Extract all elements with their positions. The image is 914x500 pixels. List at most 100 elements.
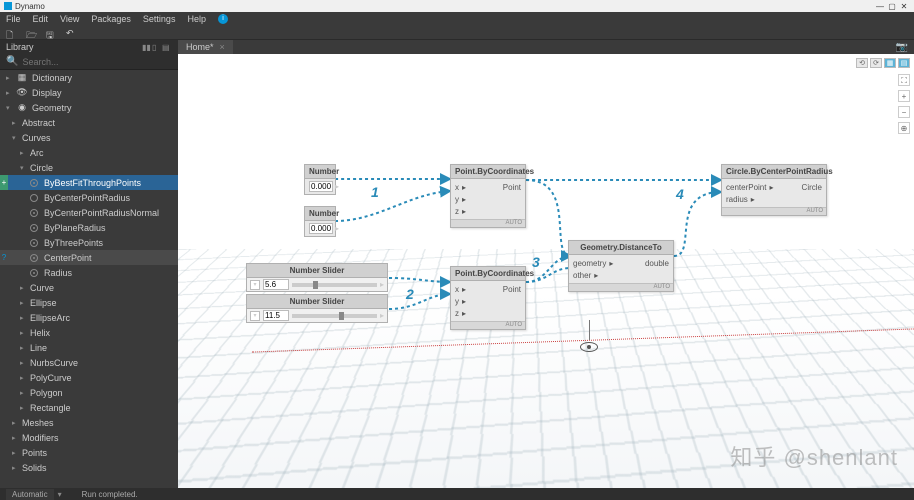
menu-view[interactable]: View — [60, 14, 79, 24]
output-port-icon[interactable]: ▸ — [380, 311, 384, 320]
maximize-button[interactable]: ▢ — [886, 2, 898, 11]
input-port-x[interactable]: x — [455, 285, 459, 294]
tree-display[interactable]: ▸👁Display — [0, 85, 178, 100]
canvas[interactable]: ⟲ ⟳ ▦ ▤ ⛶ + − ⊕ — [178, 54, 914, 488]
workspace[interactable]: Home* × 📷 ⟲ ⟳ ▦ ▤ ⛶ + − ⊕ — [178, 40, 914, 488]
input-port-y[interactable]: y — [455, 297, 459, 306]
tree-helix[interactable]: ▸Helix — [0, 325, 178, 340]
node-number-slider-1[interactable]: Number Slider ▾ ▸ — [246, 263, 388, 292]
tree-bythreepoints[interactable]: ByThreePoints — [0, 235, 178, 250]
node-circle-bycenterpointradius[interactable]: Circle.ByCenterPointRadius centerPoint▸ … — [721, 164, 827, 216]
new-file-icon[interactable]: 🗋 — [6, 28, 16, 38]
zoom-out-icon[interactable]: − — [898, 106, 910, 118]
menu-settings[interactable]: Settings — [143, 14, 176, 24]
view-graph-icon[interactable]: ▤ — [898, 58, 910, 68]
output-port-icon[interactable]: ▸ — [335, 182, 339, 191]
tree-centerpoint[interactable]: ?CenterPoint — [0, 250, 178, 265]
fit-view-icon[interactable]: ⛶ — [898, 74, 910, 86]
library-tree[interactable]: ▸▦Dictionary ▸👁Display ▾◉Geometry ▸Abstr… — [0, 70, 178, 488]
input-port-y[interactable]: y — [455, 195, 459, 204]
view-3d-icon[interactable]: ▦ — [884, 58, 896, 68]
output-port[interactable]: Point — [503, 183, 521, 192]
undo-icon[interactable]: ↶ — [66, 28, 76, 38]
tree-arc[interactable]: ▸Arc — [0, 145, 178, 160]
tree-modifiers[interactable]: ▸Modifiers — [0, 430, 178, 445]
input-port-geometry[interactable]: geometry — [573, 259, 606, 268]
tree-geometry[interactable]: ▾◉Geometry — [0, 100, 178, 115]
run-mode-dropdown-icon[interactable]: ▾ — [58, 490, 62, 499]
tree-points[interactable]: ▸Points — [0, 445, 178, 460]
slider-value-input[interactable] — [263, 310, 289, 321]
menu-file[interactable]: File — [6, 14, 21, 24]
menu-packages[interactable]: Packages — [91, 14, 131, 24]
zoom-reset-icon[interactable]: ⊕ — [898, 122, 910, 134]
tree-line[interactable]: ▸Line — [0, 340, 178, 355]
output-port[interactable]: double — [645, 259, 669, 268]
view-sync-icon[interactable]: ⟳ — [870, 58, 882, 68]
open-file-icon[interactable]: 🗁 — [26, 28, 36, 38]
tree-bycenterradius[interactable]: ByCenterPointRadius — [0, 190, 178, 205]
slider-track[interactable] — [292, 283, 377, 287]
tree-curve[interactable]: ▸Curve — [0, 280, 178, 295]
tree-circle[interactable]: ▾Circle — [0, 160, 178, 175]
output-port-icon[interactable]: ▸ — [380, 280, 384, 289]
tree-bycenterradiusnormal[interactable]: ByCenterPointRadiusNormal — [0, 205, 178, 220]
library-layout2-icon[interactable]: ▯ — [152, 43, 162, 52]
number-input[interactable] — [309, 181, 333, 192]
output-port-icon[interactable]: ▸ — [335, 224, 339, 233]
save-icon[interactable]: 🖫 — [46, 28, 56, 38]
slider-handle[interactable] — [313, 281, 318, 289]
menu-help[interactable]: Help — [187, 14, 206, 24]
app-title: Dynamo — [15, 2, 874, 11]
tree-solids[interactable]: ▸Solids — [0, 460, 178, 475]
minimize-button[interactable]: — — [874, 2, 886, 11]
library-layout1-icon[interactable]: ▮▮ — [142, 43, 152, 52]
input-port-z[interactable]: z — [455, 207, 459, 216]
slider-handle[interactable] — [339, 312, 344, 320]
number-input[interactable] — [309, 223, 333, 234]
tree-ellipse[interactable]: ▸Ellipse — [0, 295, 178, 310]
view-link-icon[interactable]: ⟲ — [856, 58, 868, 68]
node-number-1[interactable]: Number ▸ — [304, 164, 336, 195]
search-input[interactable] — [22, 57, 172, 67]
tab-close-icon[interactable]: × — [220, 42, 225, 52]
node-point-bycoordinates-1[interactable]: Point.ByCoordinates x▸ y▸ z▸ Point AUTO — [450, 164, 526, 228]
tree-rectangle[interactable]: ▸Rectangle — [0, 400, 178, 415]
camera-icon[interactable]: 📷 — [896, 42, 908, 53]
slider-value-input[interactable] — [263, 279, 289, 290]
tree-bybestfit[interactable]: +ByBestFitThroughPoints — [0, 175, 178, 190]
node-point-bycoordinates-2[interactable]: Point.ByCoordinates x▸ y▸ z▸ Point AUTO — [450, 266, 526, 330]
tree-meshes[interactable]: ▸Meshes — [0, 415, 178, 430]
input-port-radius[interactable]: radius — [726, 195, 748, 204]
input-port-z[interactable]: z — [455, 309, 459, 318]
wire-label-4: 4 — [676, 186, 684, 202]
output-port[interactable]: Circle — [802, 183, 822, 192]
tree-polycurve[interactable]: ▸PolyCurve — [0, 370, 178, 385]
orbit-gizmo-icon[interactable] — [580, 342, 598, 352]
tree-curves[interactable]: ▾Curves — [0, 130, 178, 145]
run-mode[interactable]: Automatic — [6, 489, 54, 500]
tab-home[interactable]: Home* × — [178, 40, 233, 54]
tree-radius[interactable]: Radius — [0, 265, 178, 280]
tree-byplaneradius[interactable]: ByPlaneRadius — [0, 220, 178, 235]
info-icon[interactable]: i — [218, 14, 228, 24]
node-number-2[interactable]: Number ▸ — [304, 206, 336, 237]
slider-track[interactable] — [292, 314, 377, 318]
tree-ellipsearc[interactable]: ▸EllipseArc — [0, 310, 178, 325]
library-layout3-icon[interactable]: ▤ — [162, 43, 172, 52]
zoom-in-icon[interactable]: + — [898, 90, 910, 102]
output-port[interactable]: Point — [503, 285, 521, 294]
tree-abstract[interactable]: ▸Abstract — [0, 115, 178, 130]
slider-dropdown-icon[interactable]: ▾ — [250, 311, 260, 321]
node-number-slider-2[interactable]: Number Slider ▾ ▸ — [246, 294, 388, 323]
tree-polygon[interactable]: ▸Polygon — [0, 385, 178, 400]
close-button[interactable]: ✕ — [898, 2, 910, 11]
input-port-centerpoint[interactable]: centerPoint — [726, 183, 766, 192]
slider-dropdown-icon[interactable]: ▾ — [250, 280, 260, 290]
tree-dictionary[interactable]: ▸▦Dictionary — [0, 70, 178, 85]
input-port-x[interactable]: x — [455, 183, 459, 192]
tree-nurbscurve[interactable]: ▸NurbsCurve — [0, 355, 178, 370]
menu-edit[interactable]: Edit — [33, 14, 49, 24]
node-geometry-distanceto[interactable]: Geometry.DistanceTo geometry▸ other▸ dou… — [568, 240, 674, 292]
input-port-other[interactable]: other — [573, 271, 591, 280]
